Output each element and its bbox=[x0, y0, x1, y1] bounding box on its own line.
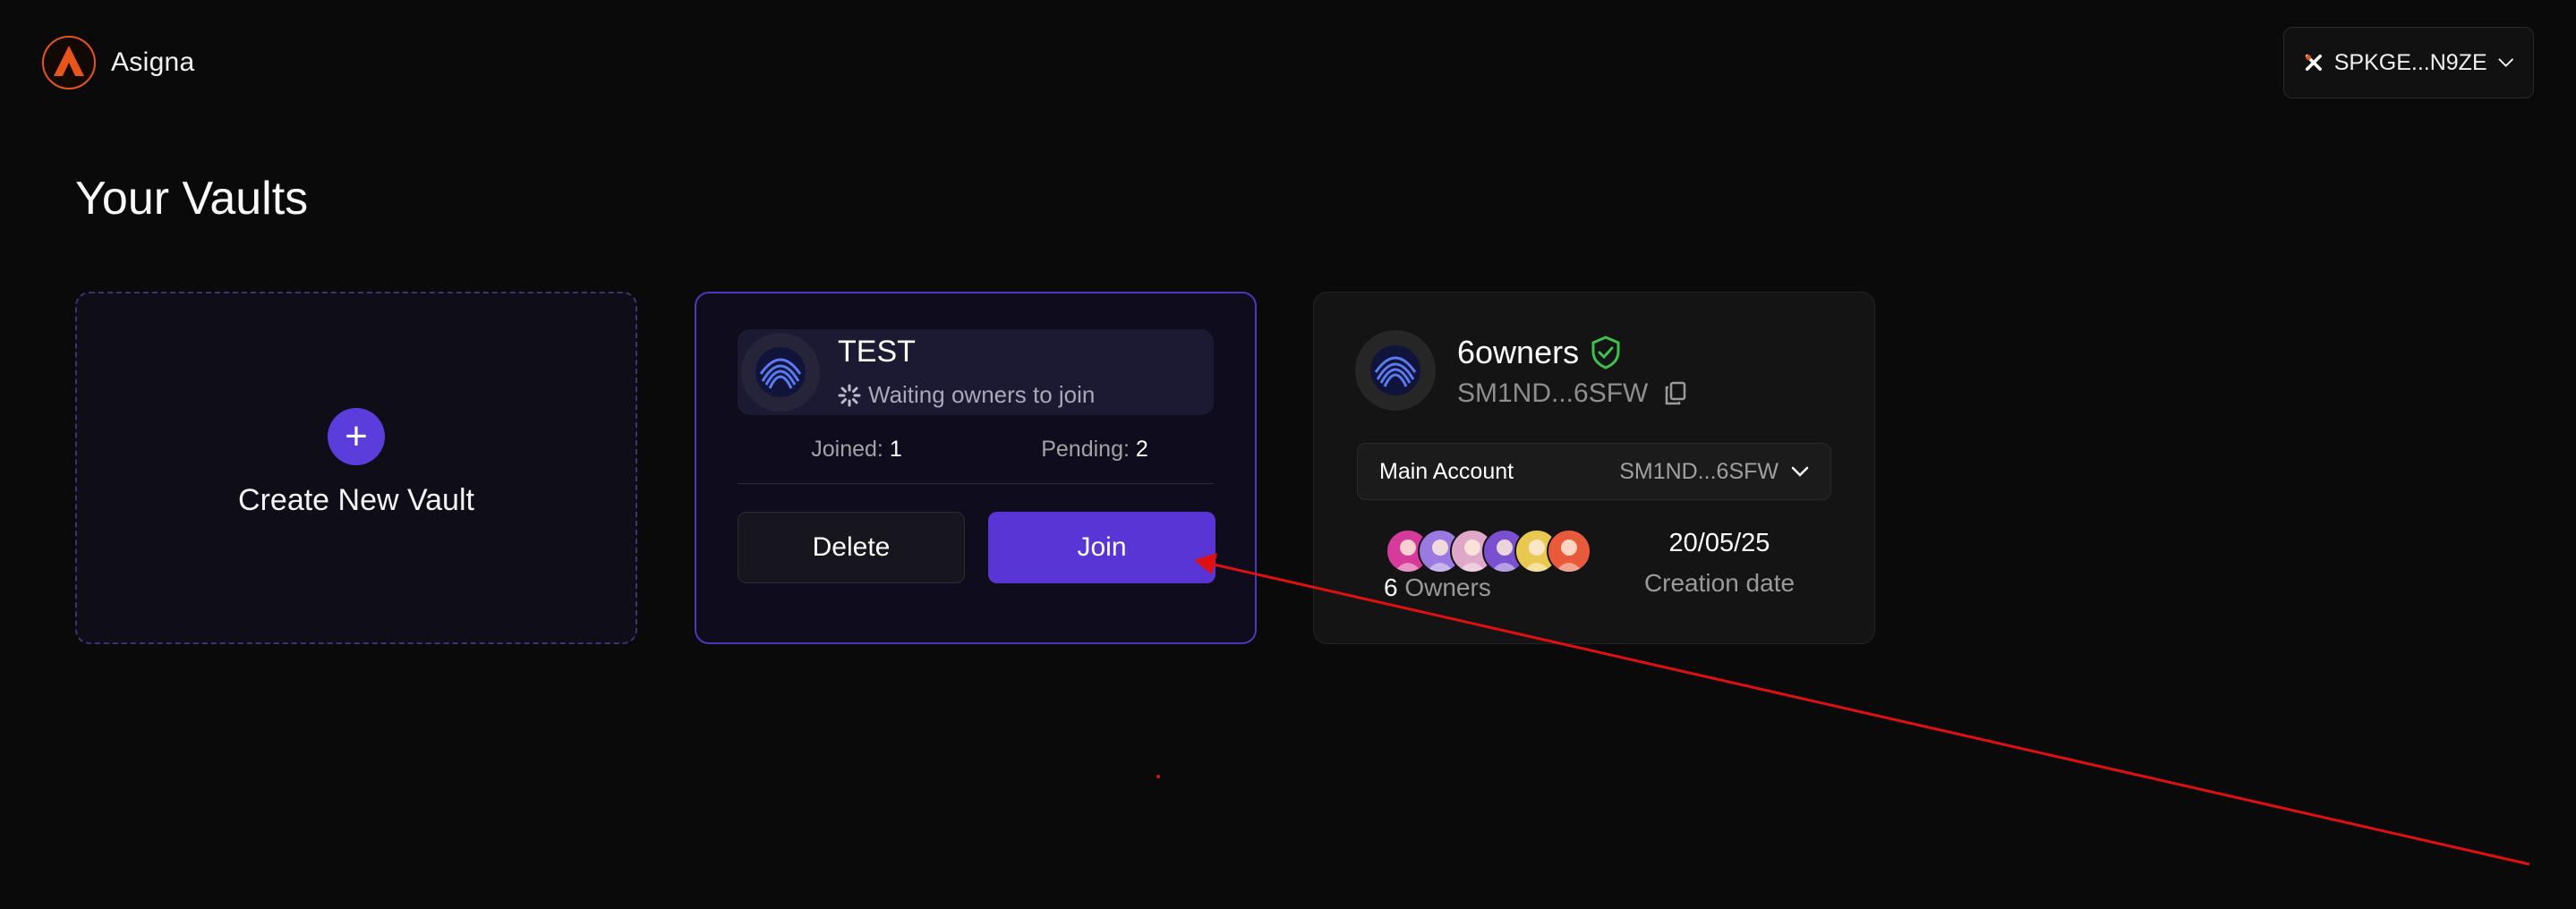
pending-label: Pending: bbox=[1041, 437, 1130, 462]
owners-count-value: 6 bbox=[1384, 573, 1398, 601]
pending-status: Waiting owners to join bbox=[838, 381, 1095, 409]
divider bbox=[738, 483, 1214, 484]
vault-name: 6owners bbox=[1457, 334, 1580, 370]
vault-card[interactable]: 6owners SM1ND...6SFW Main Account SM1ND.… bbox=[1313, 292, 1875, 644]
vault-title-row: 6owners bbox=[1457, 334, 1622, 371]
wallet-account-button[interactable]: SPKGE...N9ZE bbox=[2283, 27, 2534, 98]
pending-count: Pending: 2 bbox=[976, 437, 1214, 463]
account-selector[interactable]: Main Account SM1ND...6SFW bbox=[1357, 443, 1831, 500]
creation-date-label: Creation date bbox=[1643, 569, 1796, 597]
pending-status-text: Waiting owners to join bbox=[868, 381, 1096, 408]
vault-avatar-icon bbox=[755, 347, 806, 397]
owner-join-counts: Joined: 1 Pending: 2 bbox=[738, 437, 1214, 463]
owners-label: Owners bbox=[1404, 573, 1491, 601]
pending-value: 2 bbox=[1135, 437, 1148, 462]
account-address: SM1ND...6SFW bbox=[1619, 458, 1778, 484]
joined-label: Joined: bbox=[811, 437, 883, 462]
owner-avatars bbox=[1386, 529, 1591, 573]
page-title: Your Vaults bbox=[75, 173, 309, 225]
create-vault-card[interactable]: + Create New Vault bbox=[75, 292, 637, 644]
owner-avatar bbox=[1547, 529, 1591, 573]
vault-avatar bbox=[741, 333, 820, 412]
add-vault-icon: + bbox=[328, 407, 385, 465]
vault-avatar-icon bbox=[1370, 345, 1420, 395]
vault-address: SM1ND...6SFW bbox=[1457, 378, 1649, 408]
wallet-address: SPKGE...N9ZE bbox=[2333, 49, 2487, 75]
vault-address-row: SM1ND...6SFW bbox=[1457, 378, 1687, 409]
chevron-down-icon bbox=[2498, 58, 2513, 67]
create-vault-label: Create New Vault bbox=[238, 482, 474, 517]
chevron-down-icon bbox=[1791, 466, 1809, 477]
creation-date-block: 20/05/25 Creation date bbox=[1616, 529, 1822, 598]
delete-button[interactable]: Delete bbox=[738, 512, 965, 583]
copy-icon[interactable] bbox=[1664, 381, 1687, 406]
join-button[interactable]: Join bbox=[988, 512, 1215, 583]
pending-vault-card: TEST Waiting owners to join Joined: 1 Pe… bbox=[695, 292, 1257, 644]
creation-date: 20/05/25 bbox=[1668, 529, 1770, 557]
account-label: Main Account bbox=[1379, 458, 1514, 484]
joined-count: Joined: 1 bbox=[738, 437, 976, 463]
verified-shield-icon bbox=[1591, 336, 1620, 370]
pending-vault-header: TEST Waiting owners to join bbox=[738, 329, 1214, 415]
vault-avatar bbox=[1355, 330, 1436, 411]
owners-count: 6 Owners bbox=[1384, 573, 1491, 602]
stacks-x-icon bbox=[2305, 54, 2322, 72]
asigna-logo-icon bbox=[42, 36, 96, 89]
joined-value: 1 bbox=[889, 437, 902, 462]
app-name: Asigna bbox=[111, 47, 195, 77]
brand[interactable]: Asigna bbox=[41, 34, 195, 91]
pending-vault-name: TEST bbox=[838, 335, 916, 369]
spinner-icon bbox=[838, 384, 861, 406]
